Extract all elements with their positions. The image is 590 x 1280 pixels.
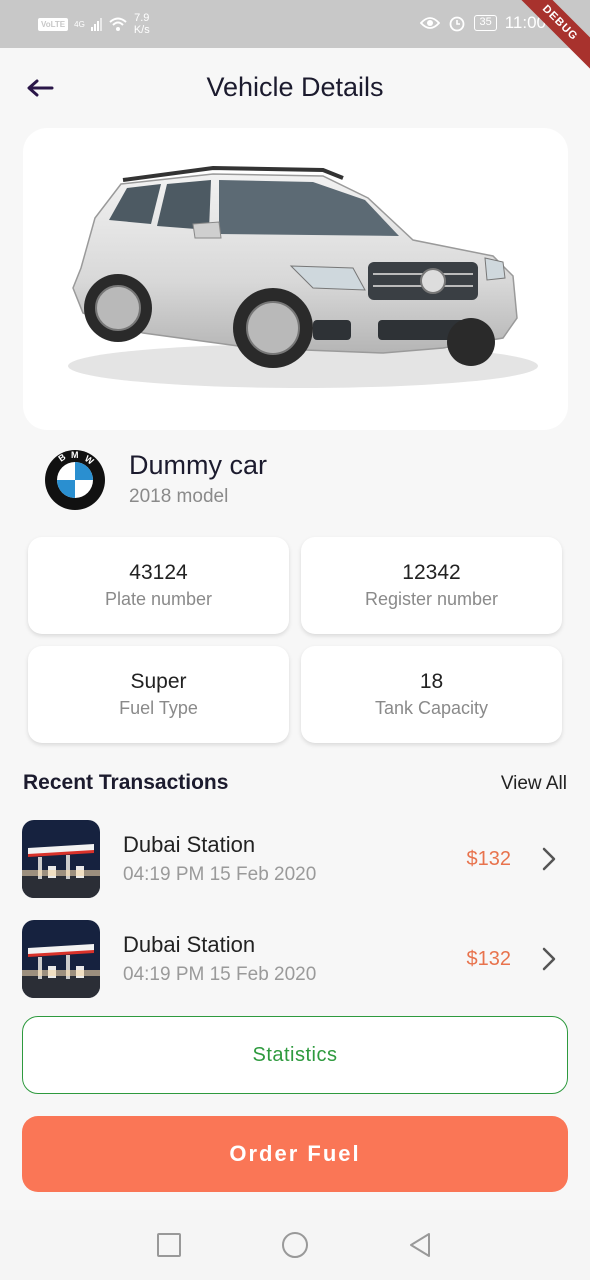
status-left: VoLTE 4G 7.9 K/s <box>38 12 150 36</box>
statistics-button[interactable]: Statistics <box>22 1016 568 1094</box>
bmw-logo-icon: B M W <box>45 450 105 510</box>
order-fuel-button[interactable]: Order Fuel <box>22 1116 568 1192</box>
status-right: 35 11:00 <box>420 13 546 33</box>
transaction-amount: $132 <box>466 848 512 870</box>
tile-value: 18 <box>419 670 444 693</box>
car-image <box>68 165 538 388</box>
alarm-icon <box>450 16 465 32</box>
transaction-station-name: Dubai Station <box>123 832 256 857</box>
app-header: Vehicle Details <box>0 48 590 128</box>
tile-value: 12342 <box>402 561 461 584</box>
plate-number-tile: 43124 Plate number <box>28 537 289 634</box>
circle-icon[interactable] <box>280 1230 310 1260</box>
chevron-right-icon <box>542 947 556 971</box>
tile-label: Fuel Type <box>119 698 198 718</box>
tank-capacity-tile: 18 Tank Capacity <box>301 646 562 743</box>
square-icon[interactable] <box>154 1230 184 1260</box>
view-all-link[interactable]: View All <box>501 773 567 795</box>
speed-unit: K/s <box>133 24 150 36</box>
volte-icon: VoLTE <box>38 17 69 31</box>
chevron-right-icon <box>542 847 556 871</box>
system-nav-bar <box>0 1210 590 1280</box>
battery-icon: 35 <box>474 15 497 31</box>
vehicle-model: 2018 model <box>129 486 229 507</box>
network-type: 4G <box>74 19 85 29</box>
transaction-date: 04:19 PM 15 Feb 2020 <box>123 864 317 885</box>
transaction-date: 04:19 PM 15 Feb 2020 <box>123 964 317 985</box>
gas-station-thumbnail <box>22 920 100 998</box>
network-speed: 7.9 K/s <box>134 12 150 36</box>
vehicle-image-card <box>23 128 568 430</box>
fuel-type-tile: Super Fuel Type <box>28 646 289 743</box>
transaction-amount: $132 <box>466 948 512 970</box>
gas-station-thumbnail <box>22 820 100 898</box>
speed-value: 7.9 <box>134 12 150 24</box>
gas-station-icon <box>22 820 100 898</box>
tile-label: Tank Capacity <box>374 698 489 718</box>
tile-label: Register number <box>364 589 499 609</box>
bmw-letter-m: M <box>71 450 79 460</box>
gas-station-icon <box>22 920 100 998</box>
page-title: Vehicle Details <box>206 72 384 102</box>
transaction-row[interactable]: Dubai Station 04:19 PM 15 Feb 2020 $132 <box>22 920 568 1000</box>
triangle-back-icon[interactable] <box>405 1230 435 1260</box>
register-number-tile: 12342 Register number <box>301 537 562 634</box>
tile-value: Super <box>130 670 187 693</box>
transaction-station-name: Dubai Station <box>123 932 256 957</box>
recent-transactions-title: Recent Transactions <box>23 771 229 794</box>
signal-icon <box>90 17 102 31</box>
status-bar: VoLTE 4G 7.9 K/s 35 11:00 <box>0 0 590 48</box>
transaction-row[interactable]: Dubai Station 04:19 PM 15 Feb 2020 $132 <box>22 820 568 900</box>
tile-label: Plate number <box>104 589 213 609</box>
wifi-icon <box>109 17 127 31</box>
vehicle-name: Dummy car <box>129 450 268 480</box>
tile-value: 43124 <box>129 561 188 584</box>
eye-icon <box>420 17 441 29</box>
